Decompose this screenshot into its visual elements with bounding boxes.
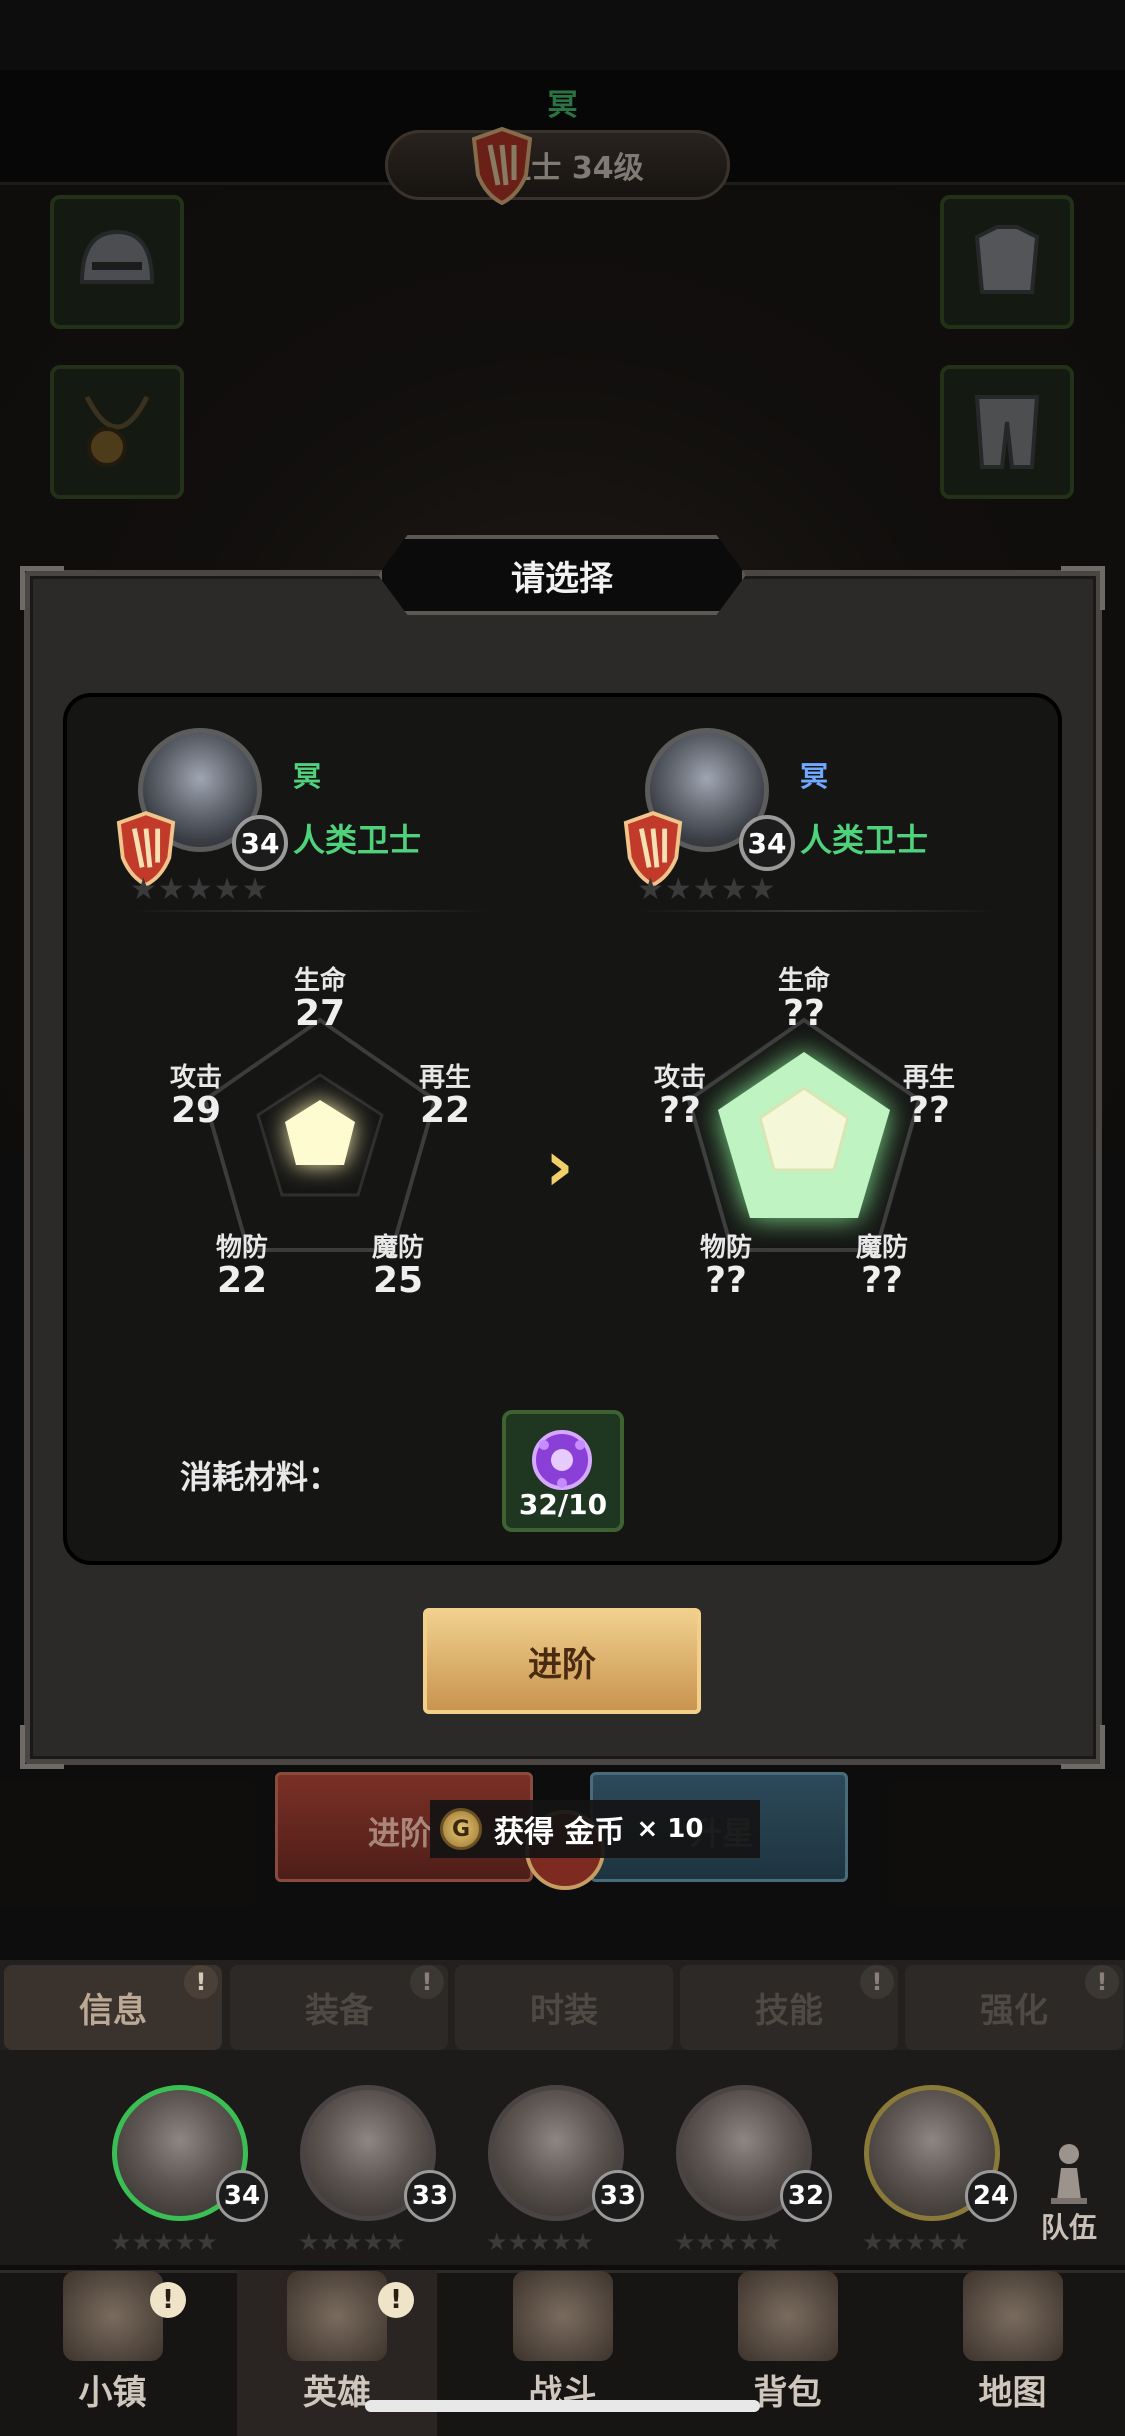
stat-value-hp: ??: [783, 993, 825, 1034]
toast-amount: × 10: [636, 1814, 704, 1844]
crossed-swords-icon: [512, 2271, 613, 2361]
stat-value-attack: 29: [170, 1090, 222, 1131]
reward-toast: G 获得 金币 × 10: [430, 1800, 760, 1858]
stat-label-physical-defense: 物防: [699, 1233, 752, 1263]
hero-class-current: 人类卫士: [293, 821, 422, 859]
roster-level-badge: 33: [592, 2170, 644, 2222]
chess-pieces-icon: [1051, 2144, 1087, 2204]
gold-coin-icon: G: [440, 1808, 482, 1850]
star-rating: ★★★★★: [298, 2228, 406, 2256]
stat-value-attack: ??: [659, 1090, 701, 1131]
nav-map[interactable]: 地图: [900, 2270, 1125, 2436]
stat-label-attack: 攻击: [653, 1063, 706, 1093]
star-rating: ★★★★★: [637, 872, 777, 907]
nav-label: 英雄: [303, 2373, 371, 2413]
dialog-corner: [20, 1725, 64, 1769]
star-rating: ★★★★★: [674, 2228, 782, 2256]
stat-value-magic-defense: 25: [372, 1260, 424, 1301]
advance-toggle-label: 进阶: [368, 1814, 433, 1852]
hero-class-next: 人类卫士: [800, 821, 929, 859]
stat-label-regen: 再生: [418, 1063, 471, 1093]
advance-button[interactable]: 进阶: [423, 1608, 701, 1714]
heroes-icon: [287, 2271, 387, 2361]
divider: [637, 910, 997, 912]
stat-value-physical-defense: ??: [705, 1260, 747, 1301]
stat-value-magic-defense: ??: [861, 1260, 903, 1301]
dialog-corner: [20, 566, 64, 610]
stat-label-physical-defense: 物防: [215, 1233, 268, 1263]
nav-town[interactable]: 小镇: [0, 2270, 225, 2436]
purple-gem-icon: [532, 1430, 592, 1490]
stat-label-regen: 再生: [902, 1063, 955, 1093]
home-indicator[interactable]: [365, 2400, 760, 2412]
star-rating: ★★★★★: [486, 2228, 594, 2256]
roster-level-badge: 33: [404, 2170, 456, 2222]
nav-label: 背包: [753, 2373, 822, 2413]
dialog-corner: [1061, 1725, 1105, 1769]
nav-label: 地图: [978, 2373, 1047, 2413]
backpack-icon: [737, 2271, 838, 2361]
star-rating: ★★★★★: [862, 2228, 970, 2256]
stat-value-physical-defense: 22: [216, 1260, 268, 1301]
team-button[interactable]: 队伍: [1020, 2140, 1118, 2250]
tab-costume[interactable]: 时装: [455, 1965, 673, 2050]
star-rating: ★★★★★: [130, 872, 270, 907]
star-rating: ★★★★★: [110, 2228, 218, 2256]
stat-label-magic-defense: 魔防: [855, 1233, 908, 1263]
stat-label-hp: 生命: [777, 966, 830, 996]
notification-icon: !: [1085, 1965, 1119, 1999]
toast-text: 获得 金币: [494, 1815, 625, 1850]
stat-value-hp: 27: [294, 993, 346, 1034]
nav-label: 小镇: [78, 2373, 147, 2413]
notification-icon: !: [150, 2282, 186, 2318]
roster-level-badge: 24: [965, 2170, 1017, 2222]
stat-label-hp: 生命: [293, 966, 346, 996]
town-icon: [62, 2271, 163, 2361]
dialog-title: 请选择: [378, 535, 746, 615]
arrow-right-icon: ›: [545, 1125, 574, 1207]
roster-level-badge: 34: [216, 2170, 268, 2222]
stat-value-regen: 22: [419, 1090, 471, 1131]
hero-name-current: 冥: [293, 760, 322, 793]
notification-icon: !: [860, 1965, 894, 1999]
hero-level-badge: 34: [232, 815, 288, 871]
team-label: 队伍: [1040, 2211, 1097, 2244]
hero-level-badge: 34: [739, 815, 795, 871]
stat-label-attack: 攻击: [169, 1063, 222, 1093]
hero-name-next: 冥: [800, 760, 829, 793]
material-label: 消耗材料：: [180, 1458, 341, 1496]
material-count: 32/10: [518, 1488, 608, 1521]
roster-level-badge: 32: [780, 2170, 832, 2222]
notification-icon: !: [410, 1965, 444, 1999]
stat-value-regen: ??: [908, 1090, 950, 1131]
notification-icon: !: [378, 2282, 414, 2318]
notification-icon: !: [184, 1965, 218, 1999]
dialog-corner: [1061, 566, 1105, 610]
stat-label-magic-defense: 魔防: [371, 1233, 424, 1263]
map-icon: [962, 2271, 1063, 2361]
divider: [130, 910, 490, 912]
